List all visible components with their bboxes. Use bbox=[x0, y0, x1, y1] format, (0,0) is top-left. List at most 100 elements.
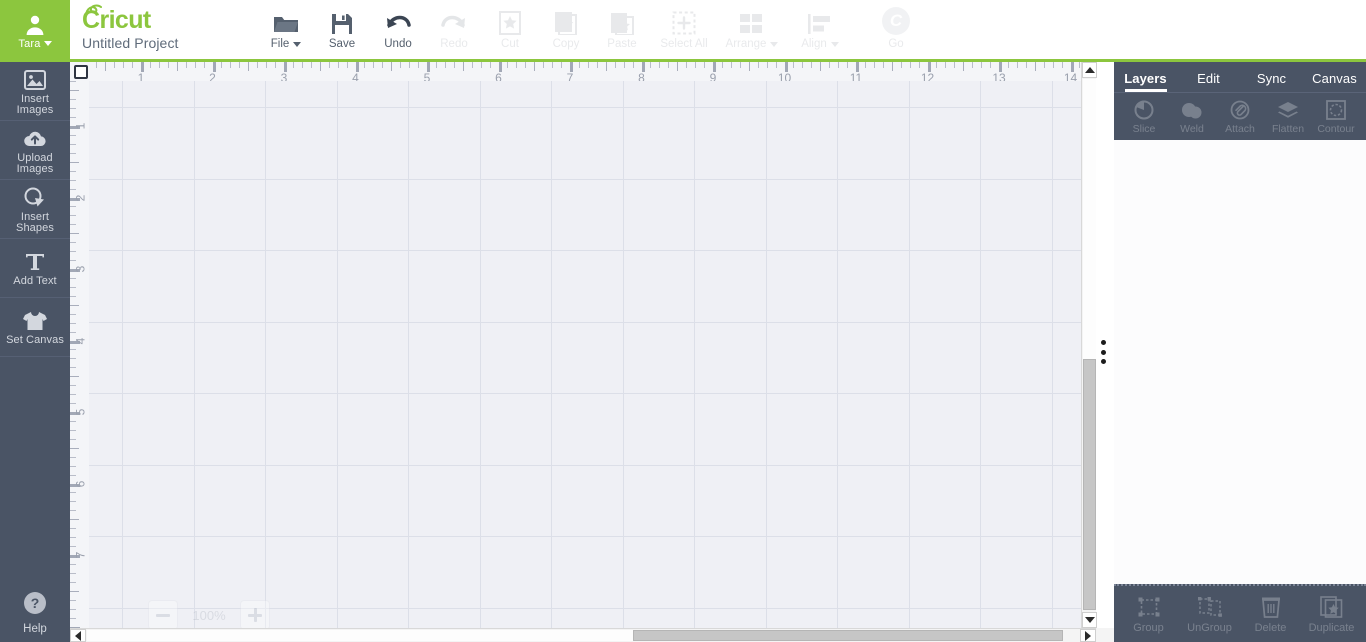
ruler-tick bbox=[677, 62, 679, 71]
sidebar-item-upload-images[interactable]: Upload Images bbox=[0, 121, 70, 180]
horizontal-scroll-thumb[interactable] bbox=[633, 630, 1063, 641]
ruler-tick bbox=[578, 62, 580, 68]
ruler-tick bbox=[194, 62, 196, 68]
ruler-tick bbox=[614, 62, 616, 68]
sidebar-item-help[interactable]: ? Help bbox=[0, 584, 70, 642]
sidebar-item-insert-images[interactable]: Insert Images bbox=[0, 62, 70, 121]
sidebar-item-insert-shapes[interactable]: Insert Shapes bbox=[0, 180, 70, 239]
cut-card-icon bbox=[499, 9, 521, 35]
ruler-tick bbox=[70, 608, 76, 610]
ruler-tick bbox=[695, 62, 697, 68]
ruler-tick bbox=[882, 62, 884, 68]
ruler-number: 13 bbox=[992, 71, 1006, 81]
go-button[interactable]: C Go bbox=[868, 0, 924, 59]
attach-button[interactable]: Attach bbox=[1217, 99, 1263, 135]
ruler-tick bbox=[909, 62, 911, 68]
redo-button[interactable]: Redo bbox=[426, 0, 482, 59]
triangle-down-icon bbox=[1084, 617, 1095, 623]
ruler-number: 1 bbox=[73, 122, 88, 130]
user-account-button[interactable]: Tara bbox=[0, 0, 70, 62]
scroll-right-button[interactable] bbox=[1080, 629, 1096, 642]
brand-block: Cricut Untitled Project bbox=[82, 4, 179, 51]
ruler-tick bbox=[847, 62, 849, 68]
save-button[interactable]: Save bbox=[314, 0, 370, 59]
zoom-in-button[interactable] bbox=[240, 600, 270, 630]
ruler-number: 3 bbox=[73, 265, 88, 273]
ruler-tick bbox=[1052, 62, 1054, 68]
ruler-tick bbox=[364, 62, 366, 68]
attach-paperclip-icon bbox=[1230, 99, 1250, 121]
canvas-grid[interactable] bbox=[89, 81, 1096, 642]
ruler-number: 4 bbox=[73, 337, 88, 344]
scroll-left-button[interactable] bbox=[70, 629, 86, 642]
tab-sync[interactable]: Sync bbox=[1240, 71, 1303, 92]
grid-line-vertical bbox=[265, 81, 266, 642]
sidebar-item-set-canvas[interactable]: Set Canvas bbox=[0, 298, 70, 357]
align-menu-button[interactable]: Align bbox=[786, 0, 854, 59]
delete-button[interactable]: Delete bbox=[1243, 595, 1299, 634]
zoom-out-button[interactable] bbox=[148, 600, 178, 630]
contour-button[interactable]: Contour bbox=[1313, 99, 1359, 135]
copy-button[interactable]: Copy bbox=[538, 0, 594, 59]
tab-layers[interactable]: Layers bbox=[1114, 71, 1177, 92]
ruler-tick bbox=[346, 62, 348, 68]
ruler-tick bbox=[802, 62, 804, 68]
tab-canvas[interactable]: Canvas bbox=[1303, 71, 1366, 92]
weld-button[interactable]: Weld bbox=[1169, 99, 1215, 135]
duplicate-button[interactable]: Duplicate bbox=[1304, 595, 1360, 634]
ruler-tick bbox=[70, 242, 76, 244]
vertical-scrollbar[interactable] bbox=[1081, 62, 1097, 628]
grid-line-vertical bbox=[122, 81, 123, 642]
vertical-scroll-thumb[interactable] bbox=[1083, 359, 1096, 610]
tab-edit[interactable]: Edit bbox=[1177, 71, 1240, 92]
ruler-corner-button[interactable] bbox=[70, 62, 89, 81]
select-all-button[interactable]: Select All bbox=[650, 0, 718, 59]
ruler-tick bbox=[489, 62, 491, 68]
canvas-area[interactable]: 1 2 3 4 5 6 7 8 9 10 11 12 13 14 1234567 100% bbox=[70, 62, 1096, 642]
horizontal-scroll-track-left[interactable] bbox=[87, 630, 633, 641]
right-panel: Layers Edit Sync Canvas Slice Weld Attac… bbox=[1114, 62, 1366, 642]
layers-list[interactable] bbox=[1114, 140, 1366, 584]
app-header: Tara Cricut Untitled Project File Save U… bbox=[0, 0, 1366, 62]
scroll-down-button[interactable] bbox=[1082, 612, 1097, 628]
slice-button[interactable]: Slice bbox=[1121, 99, 1167, 135]
paste-label: Paste bbox=[607, 38, 637, 50]
ruler-tick bbox=[480, 62, 482, 68]
ruler-tick bbox=[1043, 62, 1045, 68]
grid-line-horizontal bbox=[89, 107, 1096, 108]
ruler-tick bbox=[659, 62, 661, 68]
ruler-tick bbox=[70, 465, 76, 467]
undo-button[interactable]: Undo bbox=[370, 0, 426, 59]
arrange-menu-button[interactable]: Arrange bbox=[718, 0, 786, 59]
ruler-tick bbox=[391, 62, 393, 71]
cut-button[interactable]: Cut bbox=[482, 0, 538, 59]
ruler-tick bbox=[552, 62, 554, 68]
ruler-tick bbox=[981, 62, 983, 68]
flatten-button[interactable]: Flatten bbox=[1265, 99, 1311, 135]
ruler-tick bbox=[70, 528, 76, 530]
ungroup-button[interactable]: UnGroup bbox=[1182, 595, 1238, 634]
sidebar-item-add-text[interactable]: Add Text bbox=[0, 239, 70, 298]
ruler-tick bbox=[70, 519, 79, 521]
ruler-tick bbox=[230, 62, 232, 68]
group-button[interactable]: Group bbox=[1121, 595, 1177, 634]
ruler-tick bbox=[310, 62, 312, 68]
file-menu-button[interactable]: File bbox=[258, 0, 314, 59]
horizontal-scrollbar[interactable] bbox=[70, 628, 1096, 642]
scroll-up-button[interactable] bbox=[1082, 62, 1097, 78]
vertical-scroll-track-upper[interactable] bbox=[1083, 79, 1096, 359]
ruler-tick bbox=[185, 62, 187, 68]
ruler-tick bbox=[70, 367, 76, 369]
grid-line-vertical bbox=[980, 81, 981, 642]
grid-line-vertical bbox=[336, 81, 338, 642]
ruler-tick bbox=[70, 286, 76, 288]
paste-button[interactable]: Paste bbox=[594, 0, 650, 59]
ruler-tick bbox=[239, 62, 241, 68]
cloud-upload-icon bbox=[23, 127, 47, 151]
grid-line-horizontal bbox=[89, 321, 1096, 323]
ruler-tick bbox=[1016, 62, 1018, 68]
panel-splitter[interactable] bbox=[1099, 340, 1107, 364]
ruler-tick bbox=[123, 62, 125, 68]
group-label: Group bbox=[1133, 621, 1164, 634]
question-circle-icon: ? bbox=[23, 591, 47, 620]
